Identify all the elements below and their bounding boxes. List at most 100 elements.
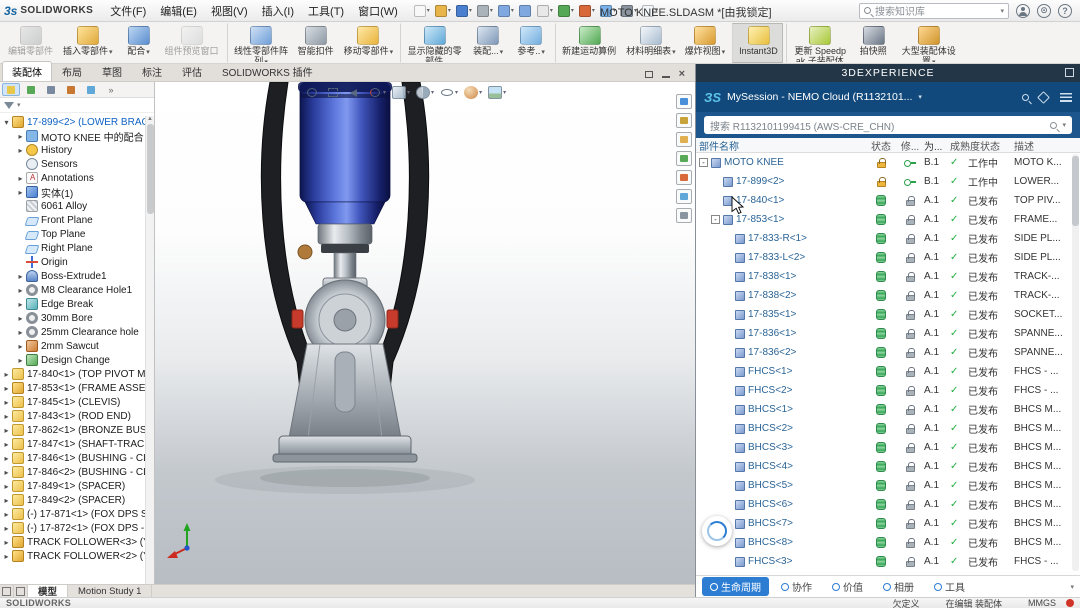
expander-icon[interactable]: ▾: [2, 118, 11, 127]
feature-tree-item[interactable]: ▸ (-) 17-872<1> (FOX DPS - R: [0, 521, 154, 535]
expander-icon[interactable]: ▸: [2, 482, 11, 491]
expander-icon[interactable]: [723, 500, 732, 509]
bill-of-materials-button[interactable]: 材料明细表▾: [622, 23, 680, 63]
more-tabs-chevron[interactable]: [102, 83, 120, 96]
column-for[interactable]: 为...: [924, 138, 950, 153]
assembly-features-button[interactable]: 装配...▾: [467, 23, 509, 63]
chevron-down-icon[interactable]: ▾: [17, 101, 21, 109]
menu-item[interactable]: 窗口(W): [351, 1, 405, 21]
undo-icon[interactable]: ▾: [497, 3, 515, 18]
feature-tree-item[interactable]: ▸ TRACK FOLLOWER<2> (YOK: [0, 549, 154, 563]
component-row[interactable]: FHCS<3> A.1 ✓ 已发布 FHCS - ...: [696, 552, 1080, 571]
minimize-window-icon[interactable]: [662, 76, 670, 78]
expander-icon[interactable]: ▸: [16, 286, 25, 295]
expander-icon[interactable]: ▸: [2, 426, 11, 435]
expander-icon[interactable]: -: [711, 215, 720, 224]
insert-components-button[interactable]: 插入零部件▾: [59, 23, 117, 63]
hud-button[interactable]: ▾: [488, 86, 506, 99]
scenes-icon[interactable]: [676, 189, 692, 204]
tree-filter[interactable]: ▾: [0, 98, 154, 113]
feature-tree-item[interactable]: ▸ 17-862<1> (BRONZE BUSHI: [0, 423, 154, 437]
expander-icon[interactable]: ▸: [16, 356, 25, 365]
displaymanager-tab[interactable]: [82, 83, 100, 96]
graphics-viewport[interactable]: ▾▾▾▾▾▾: [155, 82, 695, 584]
custom-properties-icon[interactable]: [676, 208, 692, 223]
help-icon[interactable]: ?: [1058, 4, 1072, 18]
expander-icon[interactable]: ▸: [16, 314, 25, 323]
expander-icon[interactable]: [723, 557, 732, 566]
panel-tab[interactable]: 生命周期: [702, 577, 769, 596]
column-maturity[interactable]: 成熟度状态: [950, 138, 1014, 153]
component-row[interactable]: 17-835<1> A.1 ✓ 已发布 SOCKET...: [696, 305, 1080, 324]
expander-icon[interactable]: ▸: [2, 552, 11, 561]
expander-icon[interactable]: [723, 348, 732, 357]
menu-item[interactable]: 工具(T): [301, 1, 351, 21]
hud-button[interactable]: ▾: [440, 86, 458, 99]
feature-tree-item[interactable]: ▸ 17-843<1> (ROD END): [0, 409, 154, 423]
expander-icon[interactable]: [723, 291, 732, 300]
feature-tree-item[interactable]: ▸ 30mm Bore: [0, 311, 154, 325]
component-row[interactable]: 17-838<2> A.1 ✓ 已发布 TRACK-...: [696, 286, 1080, 305]
new-motion-study-button[interactable]: 新建运动算例: [555, 23, 621, 63]
component-row[interactable]: BHCS<5> A.1 ✓ 已发布 BHCS M...: [696, 476, 1080, 495]
hud-button[interactable]: ▾: [416, 86, 434, 99]
feature-tree-item[interactable]: ▸ 17-845<1> (CLEVIS): [0, 395, 154, 409]
panel-tab[interactable]: 相册: [875, 577, 922, 596]
expander-icon[interactable]: ▸: [16, 174, 25, 183]
menu-item[interactable]: 文件(F): [103, 1, 153, 21]
hud-button[interactable]: ▾: [368, 86, 386, 99]
feature-tree-item[interactable]: ▸ 17-849<2> (SPACER): [0, 493, 154, 507]
feature-tree-item[interactable]: ▸ 25mm Clearance hole: [0, 325, 154, 339]
3dexperience-compass-button[interactable]: [702, 516, 732, 546]
instant3d-button[interactable]: Instant3D: [732, 23, 783, 63]
search-icon[interactable]: [1050, 122, 1057, 129]
hud-button[interactable]: [326, 86, 341, 99]
expander-icon[interactable]: ▸: [2, 538, 11, 547]
expander-icon[interactable]: [723, 481, 732, 490]
menu-icon[interactable]: [1060, 93, 1072, 102]
component-row[interactable]: 17-833-L<2> A.1 ✓ 已发布 SIDE PL...: [696, 248, 1080, 267]
expander-icon[interactable]: ▸: [16, 132, 25, 141]
expander-icon[interactable]: [723, 329, 732, 338]
expander-icon[interactable]: ▸: [16, 342, 25, 351]
feature-tree-item[interactable]: ▸ TRACK FOLLOWER<3> (YOK: [0, 535, 154, 549]
expander-icon[interactable]: [723, 310, 732, 319]
close-window-icon[interactable]: ×: [679, 70, 685, 78]
expander-icon[interactable]: ▸: [2, 398, 11, 407]
panel-search-input[interactable]: 搜索 R1132101199415 (AWS-CRE_CHN) ▾: [704, 116, 1072, 134]
expander-icon[interactable]: ▸: [2, 384, 11, 393]
feature-tree-item[interactable]: ▸ 2mm Sawcut: [0, 339, 154, 353]
view-palette-icon[interactable]: [676, 151, 692, 166]
design-library-icon[interactable]: [676, 113, 692, 128]
tag-icon[interactable]: [1037, 91, 1050, 104]
feature-tree-item[interactable]: ▸ History: [0, 143, 154, 157]
chevron-down-icon[interactable]: ▾: [1070, 583, 1074, 591]
tab-list-icon[interactable]: [14, 585, 28, 597]
3d-model[interactable]: [155, 82, 695, 584]
expander-icon[interactable]: ▸: [2, 454, 11, 463]
column-part-name[interactable]: 部件名称: [696, 138, 866, 153]
feature-tree-item[interactable]: ▸ Design Change: [0, 353, 154, 367]
panel-tab[interactable]: 协作: [773, 577, 820, 596]
reference-geometry-button[interactable]: 参考..▾: [510, 23, 552, 63]
commandmanager-tab[interactable]: SOLIDWORKS 插件: [212, 61, 323, 81]
expander-icon[interactable]: -: [699, 158, 708, 167]
edit-appearance-icon[interactable]: ▾: [578, 3, 596, 18]
feature-tree-item[interactable]: Sensors: [0, 157, 154, 171]
save-icon[interactable]: ▾: [455, 3, 473, 18]
chevron-down-icon[interactable]: ▾: [918, 93, 922, 101]
configurationmanager-tab[interactable]: [42, 83, 60, 96]
linear-component-pattern-button[interactable]: 线性零部件阵列▾: [227, 23, 293, 63]
print-icon[interactable]: ▾: [476, 3, 494, 18]
expander-icon[interactable]: ▸: [2, 412, 11, 421]
feature-tree-item[interactable]: ▸ 17-849<1> (SPACER): [0, 479, 154, 493]
feature-tree-item[interactable]: Top Plane: [0, 227, 154, 241]
notification-dot[interactable]: [1066, 599, 1074, 607]
component-row[interactable]: 17-899<2> B.1 ✓ 工作中 LOWER...: [696, 172, 1080, 191]
feature-tree-item[interactable]: ▸ 17-846<1> (BUSHING - CLE: [0, 451, 154, 465]
propertymanager-tab[interactable]: [22, 83, 40, 96]
feature-tree-item[interactable]: ▸ MOTO KNEE 中的配合: [0, 129, 154, 143]
feature-tree-item[interactable]: ▸ 实体(1): [0, 185, 154, 199]
expander-icon[interactable]: [723, 443, 732, 452]
search-icon[interactable]: [1022, 94, 1029, 101]
